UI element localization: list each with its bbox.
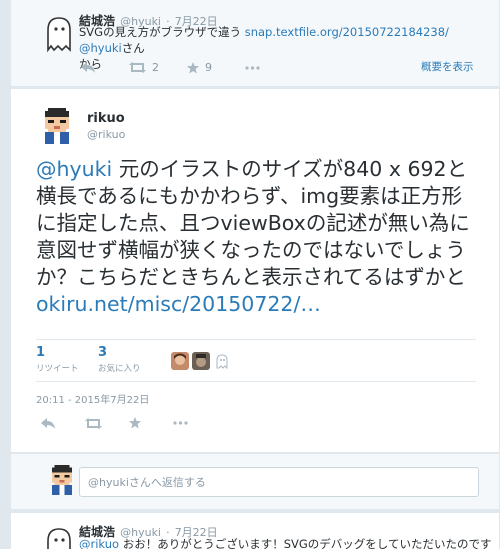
tweet-timestamp[interactable]: 20:11 - 2015年7月22日 [36, 391, 149, 406]
favorite-button[interactable] [129, 417, 173, 429]
tweet-text: @rikuo おお！ありがとうございます！SVGのデバッグをしていただいたのです [79, 537, 492, 549]
favorite-icon [129, 417, 141, 429]
reply-box: @hyukiさんへ返信する [10, 453, 500, 510]
more-icon [245, 65, 260, 70]
tweet-actions: 2 9 [81, 61, 260, 74]
ghost-avatar-icon[interactable] [35, 521, 83, 549]
favorite-icon [187, 61, 199, 73]
more-icon [173, 421, 188, 425]
mention-link[interactable]: @hyuki [36, 157, 112, 181]
retweet-button[interactable] [85, 417, 129, 429]
user-avatar[interactable] [171, 352, 189, 370]
details-link[interactable]: 概要を表示 [421, 59, 474, 74]
tweet-text: @hyuki 元のイラストのサイズが840 x 692と横長であるにもかかわらず… [36, 157, 470, 316]
divider [36, 381, 476, 382]
retweets-stat[interactable]: 1 リツイート [36, 345, 98, 374]
favorite-count: 9 [205, 61, 212, 74]
add-face-icon[interactable] [213, 352, 231, 370]
author-handle[interactable]: @rikuo [87, 128, 125, 141]
reply-icon [81, 62, 95, 73]
user-avatar[interactable] [192, 352, 210, 370]
reply-button[interactable] [81, 62, 129, 73]
tweet-hyuki-bottom[interactable]: 結城浩 @hyuki · 7月22日 @rikuo おお！ありがとうございます！… [10, 512, 500, 549]
favorites-stat[interactable]: 3 お気に入り [98, 345, 160, 374]
divider [36, 339, 476, 340]
retweet-count: 2 [152, 61, 159, 74]
pixel-avatar-icon[interactable] [39, 108, 75, 144]
reply-button[interactable] [41, 417, 85, 429]
tweet-link[interactable]: snap.textfile.org/20150722184238/ [245, 25, 449, 39]
retweet-button[interactable]: 2 [129, 61, 187, 74]
tweet-stats: 1 リツイート 3 お気に入り [36, 345, 160, 374]
author-name[interactable]: rikuo [87, 111, 125, 126]
reply-icon [41, 417, 55, 429]
tweet-actions [41, 417, 188, 429]
pixel-avatar-icon [52, 465, 72, 495]
mention-link[interactable]: @rikuo [79, 537, 119, 549]
reply-input[interactable]: @hyukiさんへ返信する [79, 467, 479, 497]
retweet-icon [85, 417, 102, 429]
tweet-link[interactable]: okiru.net/misc/20150722/… [36, 292, 321, 316]
mention-link[interactable]: @hyuki [79, 41, 122, 55]
ghost-avatar-icon[interactable] [35, 10, 83, 58]
tweet-hyuki-top[interactable]: 結城浩 @hyuki · 7月22日 SVGの見え方がブラウザで違う snap.… [10, 0, 500, 87]
more-button[interactable] [173, 421, 188, 425]
favorite-button[interactable]: 9 [187, 61, 245, 74]
more-button[interactable] [245, 65, 260, 70]
favoriter-avatars [171, 352, 231, 370]
tweet-rikuo-main: rikuo @rikuo @hyuki 元のイラストのサイズが840 x 692… [10, 88, 500, 453]
retweet-icon [129, 62, 146, 73]
